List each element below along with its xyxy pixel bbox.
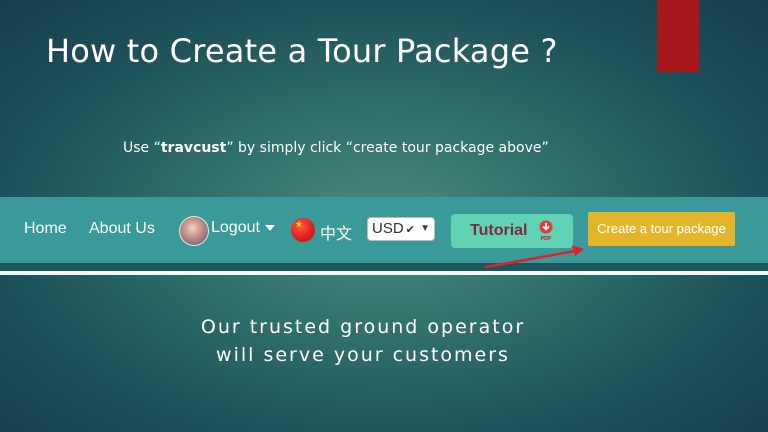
tagline-line-1: Our trusted ground operator	[200, 316, 526, 338]
flag-star-icon: ★	[295, 219, 304, 229]
tagline-line-2: will serve your customers	[216, 344, 510, 366]
navbar-divider-line	[0, 271, 768, 275]
china-flag-icon[interactable]: ★	[291, 218, 315, 242]
slide-subtitle: Use “travcust” by simply click “create t…	[123, 140, 549, 156]
subtitle-brand: travcust	[160, 140, 227, 156]
slide-title: How to Create a Tour Package ?	[46, 32, 558, 70]
chevron-down-icon: ✔	[405, 224, 415, 236]
navbar-border	[0, 263, 768, 271]
currency-select[interactable]: USD ✔ ▼	[367, 217, 435, 241]
language-link[interactable]: 中文	[320, 220, 352, 244]
user-avatar[interactable]	[179, 216, 209, 246]
subtitle-suffix: ” by simply click “create tour package a…	[226, 140, 549, 156]
slide-tagline: Our trusted ground operator will serve y…	[0, 313, 726, 369]
tutorial-label: Tutorial	[470, 222, 528, 239]
nav-home-link[interactable]: Home	[24, 220, 67, 238]
red-accent-tab	[657, 0, 699, 72]
create-tour-package-button[interactable]: Create a tour package	[588, 212, 735, 246]
currency-value: USD	[372, 220, 404, 237]
logout-dropdown[interactable]: Logout	[211, 219, 275, 237]
pdf-download-icon: PDF	[539, 220, 553, 242]
select-arrow-icon: ▼	[420, 223, 430, 234]
red-arrow-annotation	[484, 245, 584, 269]
caret-down-icon	[264, 224, 275, 231]
logout-label: Logout	[211, 219, 260, 236]
nav-about-link[interactable]: About Us	[89, 220, 155, 238]
subtitle-prefix: Use “	[123, 140, 161, 156]
